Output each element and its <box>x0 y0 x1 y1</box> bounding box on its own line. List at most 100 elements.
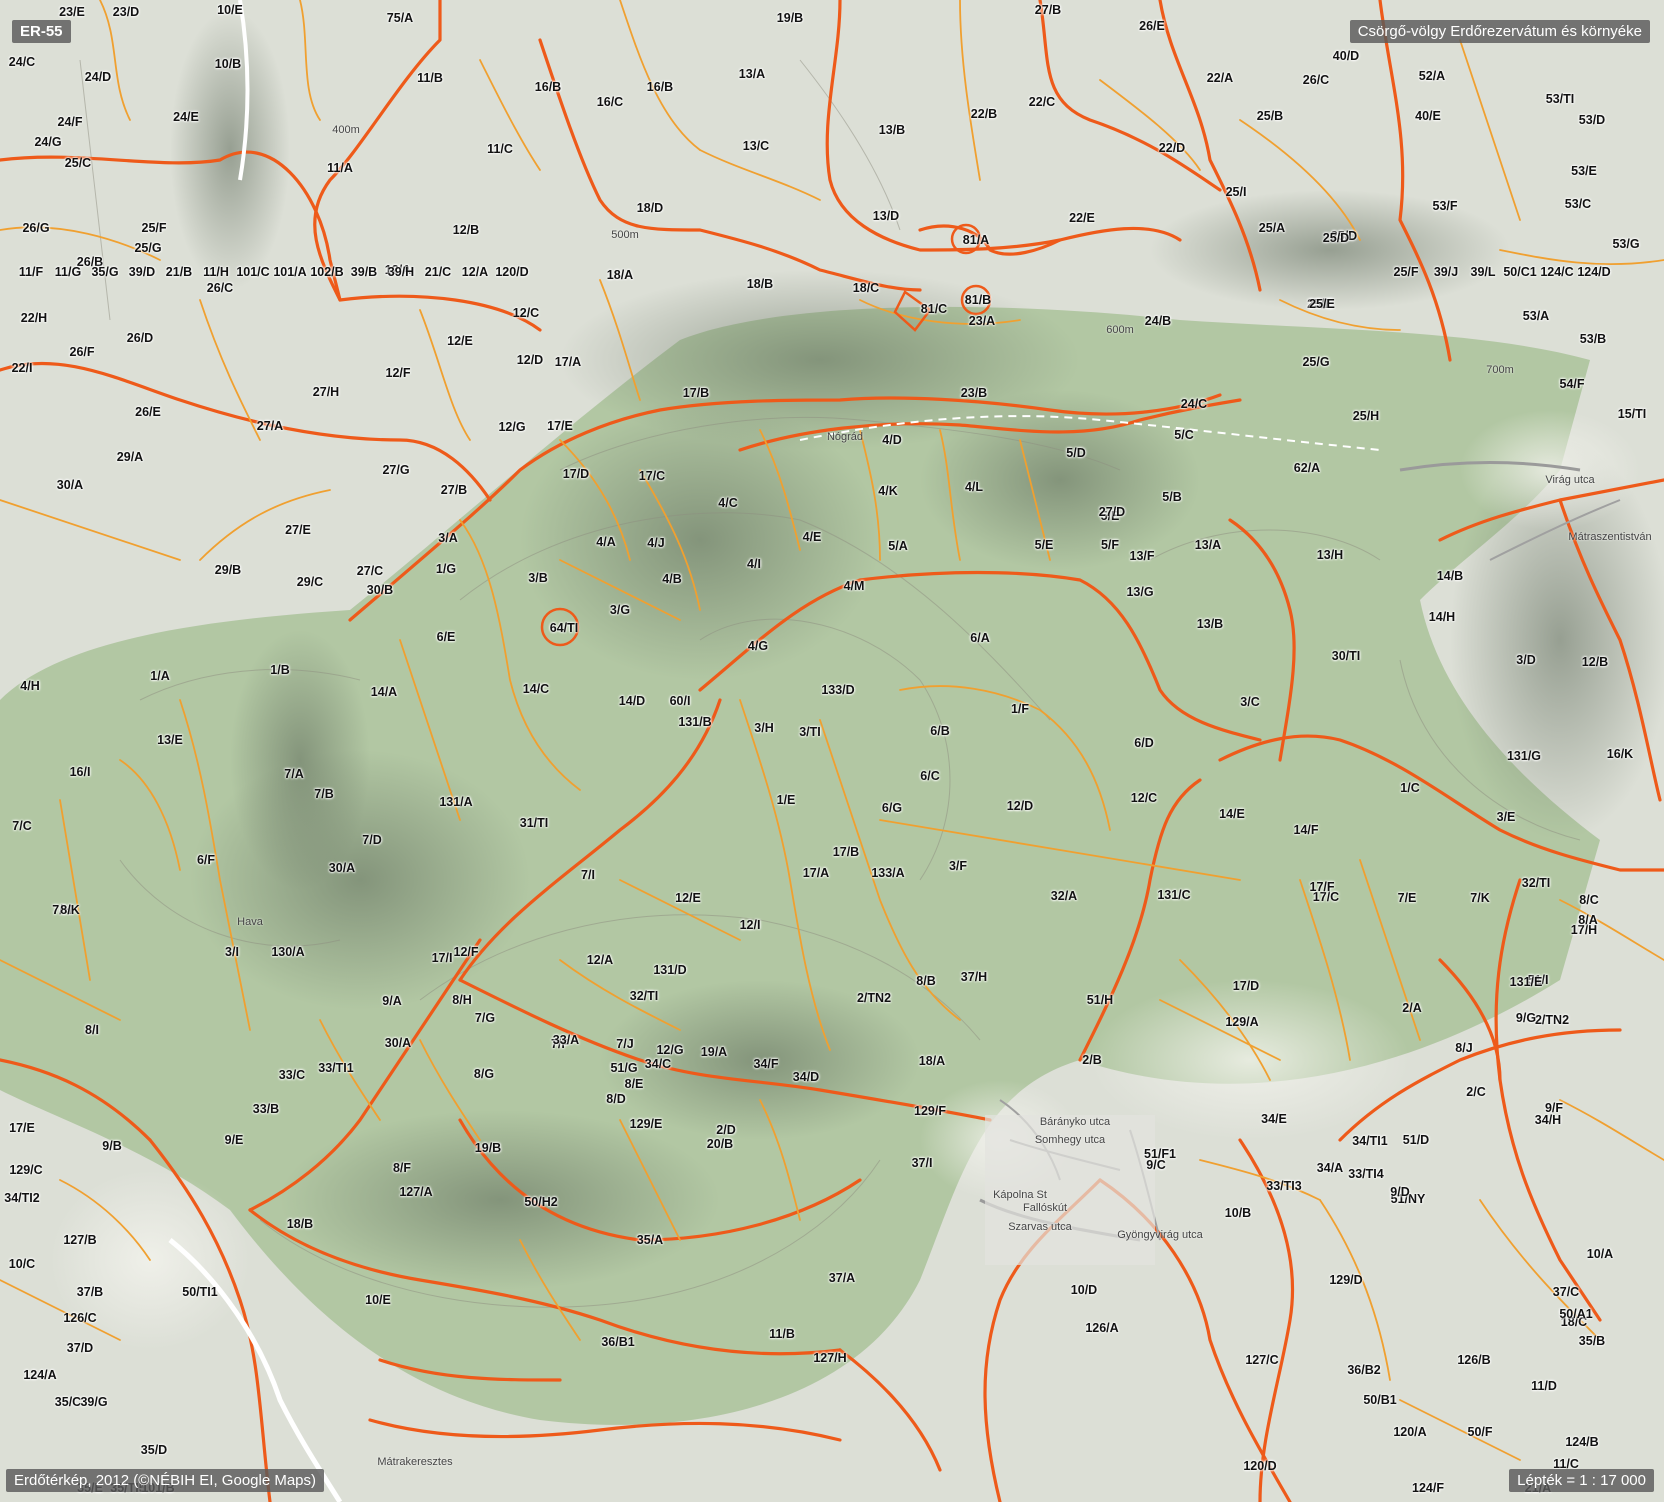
stand-label: 17/E <box>547 419 573 433</box>
stand-label: 53/TI <box>1545 92 1575 106</box>
stand-label: 3/E <box>1496 810 1516 824</box>
stand-label: 1/B <box>270 663 290 677</box>
stand-label: 24/B <box>1144 314 1172 328</box>
stand-label: 16/I <box>69 765 91 779</box>
stand-label: 131/C <box>1157 888 1191 902</box>
stand-label: 12/E <box>447 334 473 348</box>
stand-label: 7/A <box>284 767 304 781</box>
stand-label: 50/B1 <box>1363 1393 1397 1407</box>
stand-label: 2/A <box>1402 1001 1422 1015</box>
stand-label: 16/K <box>1606 747 1634 761</box>
stand-label: 24/G <box>34 135 62 149</box>
contour-label: 700m <box>1486 364 1514 376</box>
stand-label: 23/A <box>968 314 996 328</box>
stand-label: 39/L <box>1470 265 1496 279</box>
stand-label: 4/J <box>647 536 665 550</box>
stand-label: 124/D <box>1577 265 1611 279</box>
stand-label: 129/C <box>9 1163 43 1177</box>
stand-label: 11/C <box>487 142 513 156</box>
stand-label: 3/TI <box>799 725 821 739</box>
stand-label: 37/H <box>960 970 988 984</box>
stand-label: 10/D <box>1070 1283 1098 1297</box>
stand-label: 4/I <box>747 557 761 571</box>
stand-label: 7/C <box>12 819 32 833</box>
stand-label: 34/D <box>792 1070 820 1084</box>
stand-label: 14/F <box>1293 823 1319 837</box>
stand-label: 32/TI <box>1521 876 1551 890</box>
stand-label: 129/D <box>1329 1273 1363 1287</box>
stand-label: 50/F <box>1467 1425 1493 1439</box>
stand-label: 120/A <box>1393 1425 1427 1439</box>
stand-label: 5/A <box>888 539 908 553</box>
stand-label: 6/F <box>196 853 216 867</box>
stand-label: 25/I <box>1225 185 1247 199</box>
stand-label: 35/A <box>636 1233 664 1247</box>
stand-label: 5/C <box>1174 428 1194 442</box>
stand-label: 27/G <box>382 463 410 477</box>
stand-label: 130/A <box>271 945 305 959</box>
stand-label: 129/E <box>629 1117 663 1131</box>
stand-label: 36/B2 <box>1347 1363 1381 1377</box>
stand-label: 34/TI2 <box>4 1191 40 1205</box>
stand-label: 11/G <box>54 265 82 279</box>
map-title: Csörgő-völgy Erdőrezervátum és környéke <box>1349 20 1650 43</box>
stand-label: 27/H <box>312 385 340 399</box>
stand-label: 13/E <box>157 733 183 747</box>
stand-label: 81/B <box>964 293 992 307</box>
stand-label: 3/I <box>225 945 239 959</box>
stand-label: 120/D <box>1243 1459 1277 1473</box>
stand-label: 54/F <box>1559 377 1585 391</box>
stand-label: 13/B <box>878 123 906 137</box>
stand-label: 40/D <box>1332 49 1360 63</box>
stand-label: 18/B <box>746 277 774 291</box>
stand-label: 131/G <box>1506 749 1542 763</box>
stand-label: 50/H2 <box>524 1195 558 1209</box>
stand-label: 7/B <box>314 787 334 801</box>
stand-label: 39/G <box>80 1395 108 1409</box>
stand-label: 3/F <box>948 859 968 873</box>
stand-label: 13/A <box>1194 538 1222 552</box>
stand-label: 126/C <box>63 1311 97 1325</box>
stand-label: 2/B <box>1082 1053 1102 1067</box>
stand-label: 12/C <box>1130 791 1158 805</box>
stand-label: 51/G <box>610 1061 638 1075</box>
stand-label: 37/A <box>828 1271 856 1285</box>
stand-label: 13/B <box>1196 617 1224 631</box>
stand-label: 8/J <box>1455 1041 1473 1055</box>
place-label-matraszentistvan: Mátraszentistván <box>1568 531 1652 543</box>
stand-label: 10/A <box>1586 1247 1614 1261</box>
stand-label: 25/H <box>1352 409 1380 423</box>
stand-label: 3/C <box>1240 695 1260 709</box>
stand-label: 4/A <box>596 535 616 549</box>
stand-label: 126/A <box>1085 1321 1119 1335</box>
stand-label: 81/A <box>962 233 990 247</box>
stand-label: 9/G <box>1515 1011 1537 1025</box>
stand-label: 23/B <box>960 386 988 400</box>
stand-label: 17/D <box>562 467 590 481</box>
stand-label: 11/H <box>203 265 229 279</box>
stand-label: 27/B <box>1034 3 1062 17</box>
stand-label: 23/E <box>59 5 85 19</box>
stand-label: 17/A <box>802 866 830 880</box>
stand-label: 20/B <box>706 1137 734 1151</box>
stand-label: 12/B <box>452 223 480 237</box>
stand-label: 18/A <box>918 1054 946 1068</box>
stand-label: 1/C <box>1400 781 1420 795</box>
stand-label: 5/F <box>1100 538 1120 552</box>
stand-label: 7/G <box>474 1011 496 1025</box>
stand-label: 3/G <box>609 603 631 617</box>
stand-label: 133/A <box>871 866 905 880</box>
stand-label: 12/F <box>453 945 479 959</box>
stand-label: 11/A <box>327 161 353 175</box>
stand-label: 8/C <box>1579 893 1599 907</box>
place-label-matrakeresztes: Mátrakeresztes <box>377 1456 453 1468</box>
stand-label: 16/B <box>534 80 562 94</box>
stand-label: 4/D <box>882 433 902 447</box>
place-label-virag-utca: Virág utca <box>1545 474 1595 486</box>
stand-label: 101/A <box>273 265 307 279</box>
stand-label: 17/B <box>682 386 710 400</box>
stand-label: 12/G <box>656 1043 684 1057</box>
place-label-gyongyvirag-utca: Gyöngyvirág utca <box>1117 1229 1203 1241</box>
stand-label: 30/A <box>384 1036 412 1050</box>
contour-label: 600m <box>1106 324 1134 336</box>
